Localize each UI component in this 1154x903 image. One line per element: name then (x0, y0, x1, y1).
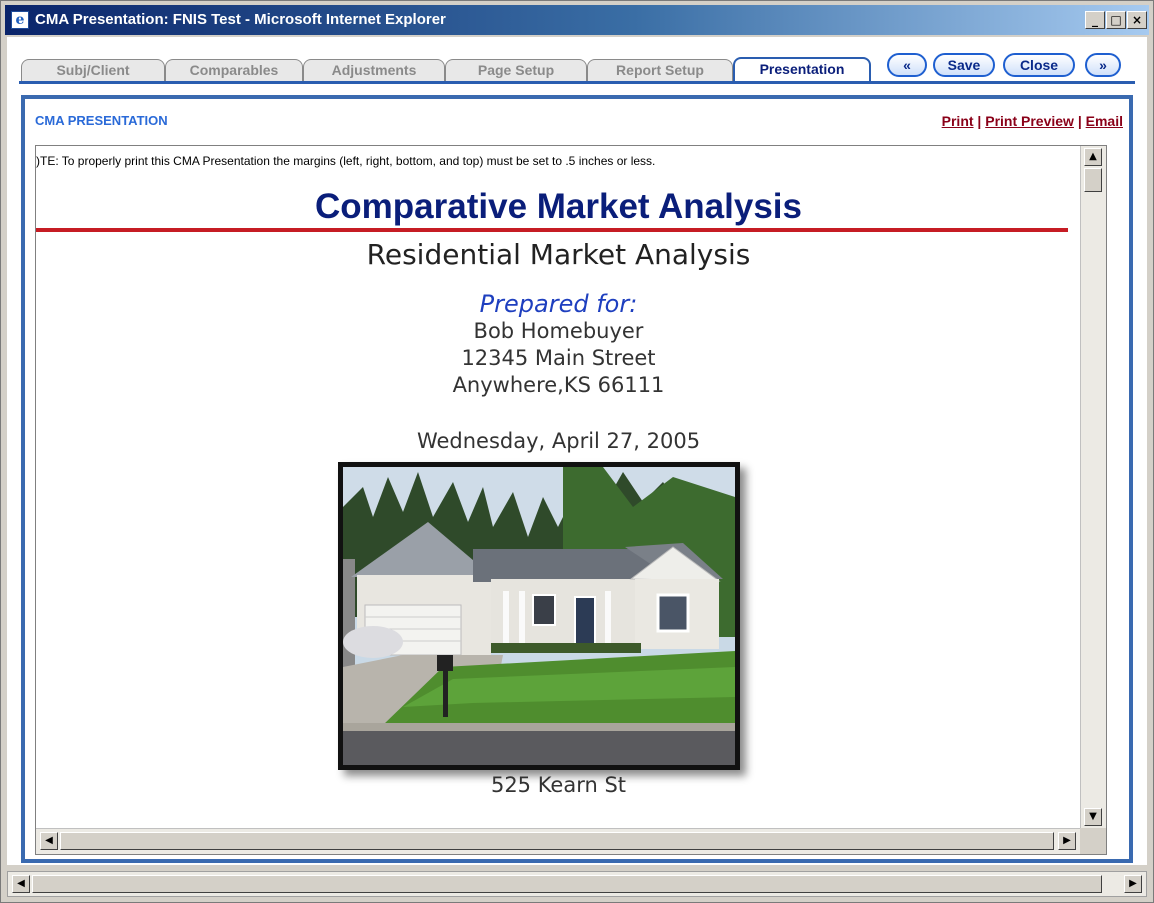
print-margin-note: )TE: To properly print this CMA Presenta… (36, 154, 656, 168)
vertical-scroll-thumb[interactable] (1084, 168, 1102, 192)
tab-bar: Subj/Client Comparables Adjustments Page… (7, 37, 1147, 89)
photo-caption: 525 Kearn St (490, 773, 627, 797)
client-street: 12345 Main Street (461, 346, 656, 370)
email-link[interactable]: Email (1086, 113, 1123, 129)
vertical-scrollbar[interactable]: ▲ ▼ (1080, 146, 1106, 830)
cma-presentation-panel: CMA PRESENTATION Print | Print Preview |… (21, 95, 1133, 863)
document-subtitle: Residential Market Analysis (366, 238, 751, 271)
minimize-button[interactable]: _ (1085, 11, 1105, 29)
previous-button[interactable]: « (887, 53, 927, 77)
client-name: Bob Homebuyer (473, 319, 644, 343)
report-date: Wednesday, April 27, 2005 (416, 429, 701, 453)
panel-header: CMA PRESENTATION (35, 113, 168, 128)
browser-scroll-right-icon[interactable]: ▶ (1124, 875, 1142, 893)
property-photo (338, 462, 740, 770)
tab-underline (19, 81, 1135, 84)
tab-report-setup[interactable]: Report Setup (587, 59, 733, 81)
window-title: CMA Presentation: FNIS Test - Microsoft … (35, 11, 446, 28)
close-button[interactable]: Close (1003, 53, 1075, 77)
tab-subj-client[interactable]: Subj/Client (21, 59, 165, 81)
presentation-document: )TE: To properly print this CMA Presenta… (36, 146, 1081, 830)
tab-page-setup[interactable]: Page Setup (445, 59, 587, 81)
browser-window: e CMA Presentation: FNIS Test - Microsof… (0, 0, 1154, 903)
document-title: Comparative Market Analysis (315, 187, 802, 226)
horizontal-scrollbar[interactable]: ◀ ▶ (36, 828, 1081, 854)
print-preview-link[interactable]: Print Preview (985, 113, 1074, 129)
browser-horizontal-scrollbar[interactable]: ◀ ▶ (7, 871, 1147, 897)
link-separator: | (1073, 113, 1086, 129)
close-window-button[interactable]: × (1127, 11, 1147, 29)
panel-links: Print | Print Preview | Email (942, 113, 1123, 129)
scrollbar-corner (1080, 828, 1106, 854)
prepared-for-label: Prepared for: (479, 290, 638, 318)
save-button[interactable]: Save (933, 53, 995, 77)
horizontal-scroll-thumb[interactable] (60, 832, 1054, 850)
ie-icon: e (11, 11, 29, 29)
scroll-up-arrow-icon[interactable]: ▲ (1084, 148, 1102, 166)
title-bar[interactable]: e CMA Presentation: FNIS Test - Microsof… (5, 5, 1149, 35)
print-link[interactable]: Print (942, 113, 974, 129)
title-divider (36, 228, 1068, 232)
page-client-area: Subj/Client Comparables Adjustments Page… (7, 37, 1147, 865)
scroll-down-arrow-icon[interactable]: ▼ (1084, 808, 1102, 826)
browser-scroll-thumb[interactable] (32, 875, 1102, 893)
link-separator: | (973, 113, 986, 129)
tab-adjustments[interactable]: Adjustments (303, 59, 445, 81)
scroll-right-arrow-icon[interactable]: ▶ (1058, 832, 1076, 850)
scroll-left-arrow-icon[interactable]: ◀ (40, 832, 58, 850)
browser-scroll-left-icon[interactable]: ◀ (12, 875, 30, 893)
tab-comparables[interactable]: Comparables (165, 59, 303, 81)
client-city-state-zip: Anywhere,KS 66111 (452, 373, 665, 397)
tab-presentation[interactable]: Presentation (733, 57, 871, 81)
next-button[interactable]: » (1085, 53, 1121, 77)
house-illustration (343, 467, 735, 765)
maximize-button[interactable]: □ (1106, 11, 1126, 29)
presentation-viewer[interactable]: )TE: To properly print this CMA Presenta… (35, 145, 1107, 855)
